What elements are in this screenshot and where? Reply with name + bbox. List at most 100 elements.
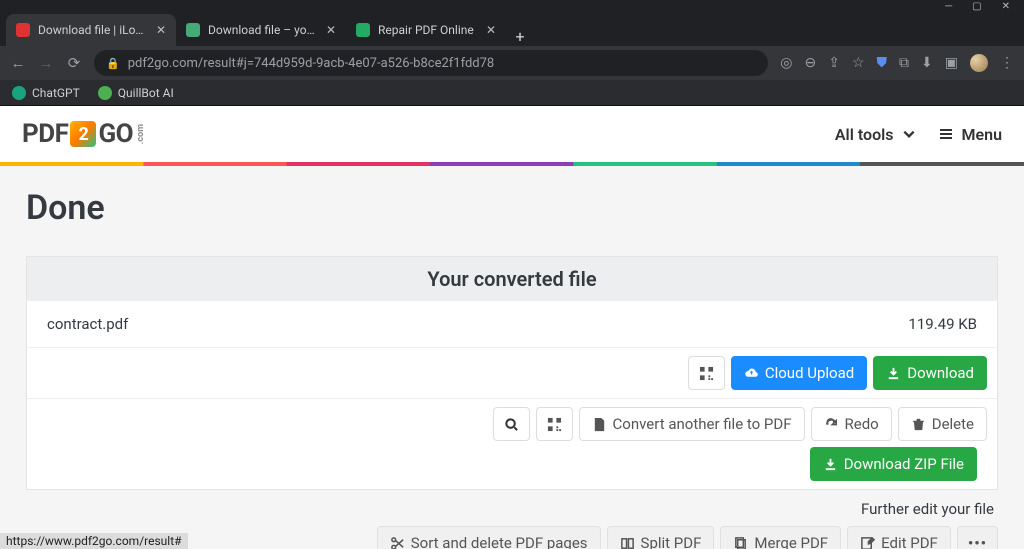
logo-text: GO xyxy=(98,119,133,149)
search-icon xyxy=(504,417,519,432)
file-icon xyxy=(592,417,607,432)
split-pdf-button[interactable]: Split PDF xyxy=(607,526,715,549)
window-titlebar: ─ ▢ ✕ xyxy=(0,0,1024,12)
close-icon[interactable]: ✕ xyxy=(326,23,336,37)
browser-toolbar: ← → ⟳ 🔒 pdf2go.com/result#j=744d959d-9ac… xyxy=(0,46,1024,80)
menu-dots-icon[interactable]: ⋮ xyxy=(1000,55,1014,71)
bookmark-label: QuillBot AI xyxy=(118,86,174,100)
menu-button[interactable]: Menu xyxy=(938,125,1002,144)
delete-button[interactable]: Delete xyxy=(898,407,987,441)
profile-avatar[interactable] xyxy=(970,54,988,72)
file-name: contract.pdf xyxy=(47,315,128,333)
file-row: contract.pdf 119.49 KB xyxy=(27,301,997,348)
edit-pdf-button[interactable]: Edit PDF xyxy=(847,526,951,549)
window-close[interactable]: ✕ xyxy=(1002,1,1010,12)
zoom-icon[interactable]: ⊖ xyxy=(805,55,817,71)
tab-pdf2go[interactable]: Download file – your conversion ✕ xyxy=(176,14,346,46)
cloud-upload-icon xyxy=(744,366,759,381)
more-actions-button[interactable]: ••• xyxy=(957,526,998,549)
redo-button[interactable]: Redo xyxy=(811,407,892,441)
bookmark-chatgpt[interactable]: ChatGPT xyxy=(12,86,80,100)
downloads-icon[interactable]: ⬇ xyxy=(921,55,933,71)
download-icon xyxy=(886,366,901,381)
bookmark-label: ChatGPT xyxy=(32,86,80,100)
url-text: pdf2go.com/result#j=744d959d-9acb-4e07-a… xyxy=(128,56,495,71)
trash-icon xyxy=(911,417,926,432)
panel-icon[interactable]: ▣ xyxy=(945,55,958,71)
logo-text: PDF xyxy=(22,119,68,149)
bookmark-quillbot[interactable]: QuillBot AI xyxy=(98,86,174,100)
merge-pdf-button[interactable]: Merge PDF xyxy=(720,526,841,549)
new-tab-button[interactable]: + xyxy=(506,27,534,46)
bookmark-icon xyxy=(12,86,26,100)
favicon xyxy=(356,23,370,37)
all-tools-button[interactable]: All tools xyxy=(827,125,916,144)
window-maximize[interactable]: ▢ xyxy=(972,1,981,12)
secondary-actions: Convert another file to PDF Redo Delete xyxy=(37,407,987,441)
redo-icon xyxy=(824,417,839,432)
browser-tabstrip: Download file | iLovePDF ✕ Download file… xyxy=(0,12,1024,46)
tab-title: Download file | iLovePDF xyxy=(38,23,148,37)
further-edit-heading: Further edit your file xyxy=(26,490,998,526)
button-label: Split PDF xyxy=(641,534,702,549)
tab-title: Download file – your conversion xyxy=(208,23,318,37)
bookmarks-bar: ChatGPT QuillBot AI xyxy=(0,80,1024,106)
favicon xyxy=(186,23,200,37)
panel-header: Your converted file xyxy=(27,257,997,301)
logo-badge: 2 xyxy=(70,121,96,147)
menu-label: Menu xyxy=(962,125,1002,144)
browser-status-bar: https://www.pdf2go.com/result# xyxy=(0,533,188,549)
qr-button-2[interactable] xyxy=(536,407,573,441)
merge-icon xyxy=(733,536,748,549)
button-label: Download xyxy=(907,364,974,382)
forward-button[interactable]: → xyxy=(38,54,54,72)
button-label: Cloud Upload xyxy=(765,364,854,382)
search-button[interactable] xyxy=(493,407,530,441)
scissors-icon xyxy=(390,536,405,549)
secondary-section: Convert another file to PDF Redo Delete … xyxy=(27,399,997,489)
qr-icon xyxy=(699,366,714,381)
tab-repair[interactable]: Repair PDF Online ✕ xyxy=(346,14,506,46)
button-label: Convert another file to PDF xyxy=(613,415,792,433)
hamburger-icon xyxy=(938,126,954,142)
site-logo[interactable]: PDF 2 GO .com xyxy=(22,119,146,149)
window-minimize[interactable]: ─ xyxy=(945,1,952,12)
translate-icon[interactable]: ◎ xyxy=(780,55,792,71)
download-icon xyxy=(823,457,838,472)
edit-icon xyxy=(860,536,875,549)
qr-icon xyxy=(547,417,562,432)
close-icon[interactable]: ✕ xyxy=(486,23,496,37)
site-header: PDF 2 GO .com All tools Menu xyxy=(0,106,1024,162)
extension-shield-icon[interactable]: ⛊ xyxy=(877,55,888,71)
tab-ilovepdf[interactable]: Download file | iLovePDF ✕ xyxy=(6,14,176,46)
result-panel: Your converted file contract.pdf 119.49 … xyxy=(26,256,998,490)
toolbar-right: ◎ ⊖ ⇪ ☆ ⛊ ⧉ ⬇ ▣ ⋮ xyxy=(780,54,1014,72)
reload-button[interactable]: ⟳ xyxy=(66,54,82,72)
split-icon xyxy=(620,536,635,549)
primary-actions: Cloud Upload Download xyxy=(27,348,997,399)
more-icon: ••• xyxy=(968,534,987,549)
close-icon[interactable]: ✕ xyxy=(156,23,166,37)
convert-another-button[interactable]: Convert another file to PDF xyxy=(579,407,805,441)
tab-title: Repair PDF Online xyxy=(378,23,478,37)
button-label: Sort and delete PDF pages xyxy=(411,534,588,549)
download-button[interactable]: Download xyxy=(873,356,987,390)
download-zip-button[interactable]: Download ZIP File xyxy=(810,447,977,481)
back-button[interactable]: ← xyxy=(10,54,26,72)
sort-delete-pages-button[interactable]: Sort and delete PDF pages xyxy=(377,526,601,549)
qr-button[interactable] xyxy=(688,356,725,390)
share-icon[interactable]: ⇪ xyxy=(828,55,840,71)
button-label: Delete xyxy=(932,415,974,433)
extensions-icon[interactable]: ⧉ xyxy=(899,55,909,71)
address-bar[interactable]: 🔒 pdf2go.com/result#j=744d959d-9acb-4e07… xyxy=(94,50,768,76)
cloud-upload-button[interactable]: Cloud Upload xyxy=(731,356,867,390)
chevron-down-icon xyxy=(902,127,916,141)
button-label: Edit PDF xyxy=(881,534,938,549)
page-content: PDF 2 GO .com All tools Menu Done Your c… xyxy=(0,106,1024,549)
lock-icon: 🔒 xyxy=(106,57,120,70)
logo-com: .com xyxy=(136,124,146,144)
button-label: Redo xyxy=(845,415,879,433)
bookmark-icon xyxy=(98,86,112,100)
all-tools-label: All tools xyxy=(835,125,894,144)
bookmark-star-icon[interactable]: ☆ xyxy=(852,55,865,71)
